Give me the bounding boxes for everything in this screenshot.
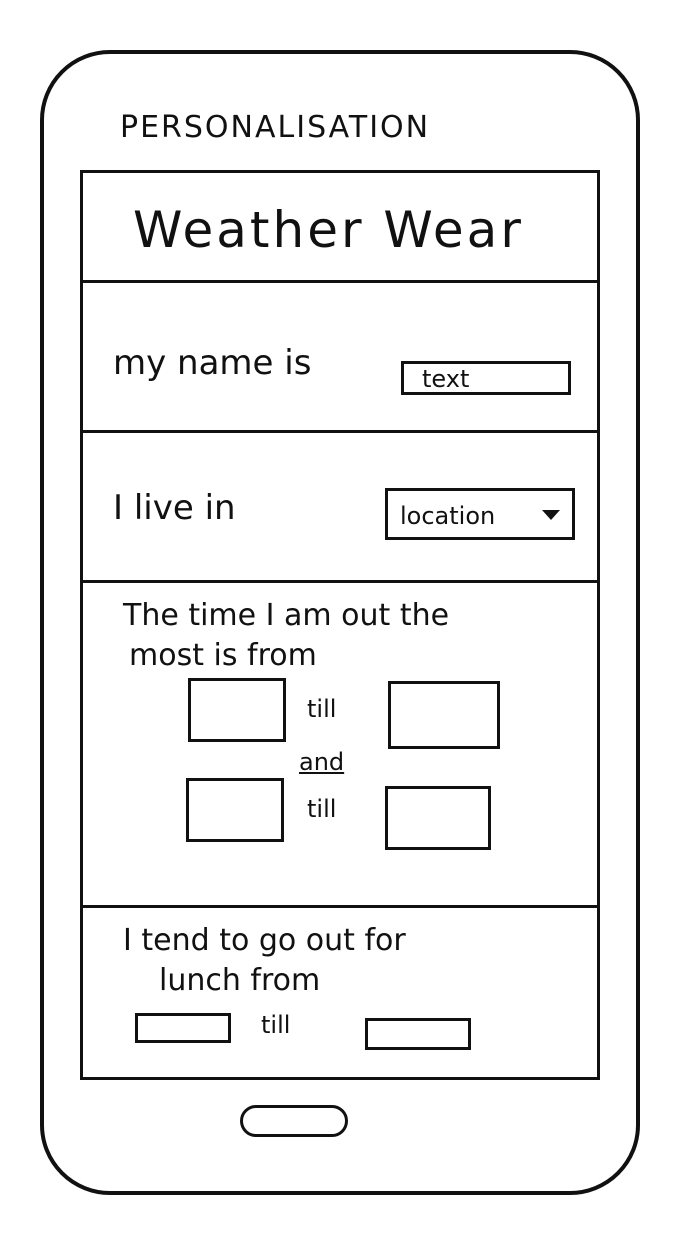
till-label-1: till	[307, 695, 337, 723]
time-section: The time I am out the most is from till …	[83, 583, 597, 908]
location-label: I live in	[113, 488, 236, 528]
app-screen: Weather Wear my name is text I live in l…	[80, 170, 600, 1080]
lunch-section: I tend to go out for lunch from till	[83, 908, 597, 1080]
lunch-label-line1: I tend to go out for	[123, 923, 406, 958]
time-till-2-input[interactable]	[385, 786, 491, 850]
time-till-1-input[interactable]	[388, 681, 500, 749]
time-label-line2: most is from	[129, 638, 317, 673]
lunch-till-label: till	[261, 1011, 291, 1039]
location-dropdown[interactable]: location	[385, 488, 575, 540]
location-section: I live in location	[83, 433, 597, 583]
lunch-till-input[interactable]	[365, 1018, 471, 1050]
time-label-line1: The time I am out the	[123, 598, 450, 633]
time-from-1-input[interactable]	[188, 678, 286, 742]
till-label-2: till	[307, 795, 337, 823]
and-label: and	[299, 748, 345, 776]
name-input[interactable]: text	[401, 361, 571, 395]
lunch-from-input[interactable]	[135, 1013, 231, 1043]
location-dropdown-value: location	[400, 502, 496, 530]
name-input-placeholder: text	[422, 365, 470, 393]
app-title: Weather Wear	[133, 201, 524, 259]
lunch-label-line2: lunch from	[159, 963, 321, 998]
name-label: my name is	[113, 343, 312, 383]
chevron-down-icon	[542, 510, 560, 520]
name-section: my name is text	[83, 283, 597, 433]
home-button[interactable]	[240, 1105, 348, 1137]
app-header: Weather Wear	[83, 173, 597, 283]
time-from-2-input[interactable]	[186, 778, 284, 842]
page-heading: PERSONALISATION	[120, 110, 431, 145]
